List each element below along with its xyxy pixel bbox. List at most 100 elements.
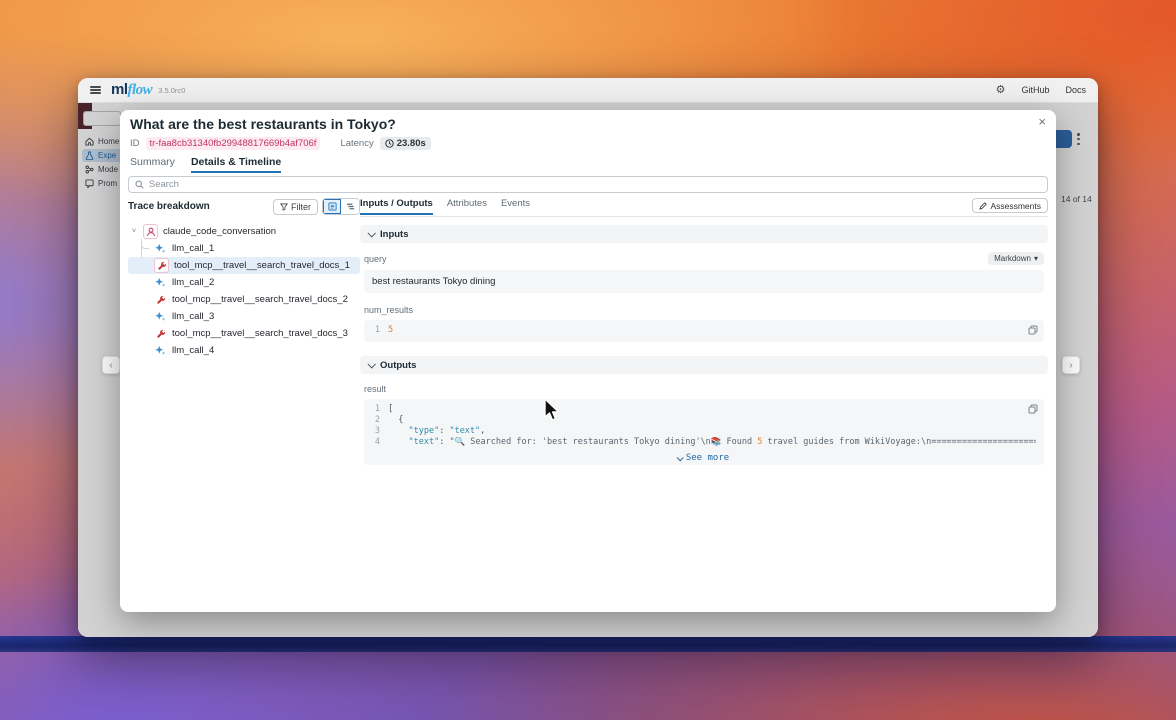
chevron-right-icon: › <box>1069 360 1072 371</box>
filter-funnel-icon <box>280 203 288 211</box>
latency-badge: 23.80s <box>380 137 431 150</box>
trace-breakdown-panel: Trace breakdown Filter <box>128 198 360 604</box>
filter-button[interactable]: Filter <box>273 199 318 215</box>
assessments-button[interactable]: Assessments <box>972 198 1048 213</box>
assessments-icon <box>979 202 987 210</box>
search-icon <box>135 180 144 189</box>
timeline-view-icon <box>346 202 355 211</box>
code-line: 1 5 <box>370 325 1036 336</box>
tree-item-label: tool_mcp__travel__search_travel_docs_1 <box>174 260 350 271</box>
clock-icon <box>385 139 394 148</box>
trace-breakdown-title: Trace breakdown <box>128 201 210 212</box>
latency-label: Latency <box>340 138 373 149</box>
mlflow-window: ml flow 3.5.0rc0 ⚙ GitHub Docs HomeExpeM… <box>78 78 1098 637</box>
tree-item-llm_call_2[interactable]: llm_call_2 <box>128 274 360 291</box>
llm-icon <box>154 310 167 323</box>
tree-item-label: tool_mcp__travel__search_travel_docs_2 <box>172 294 348 305</box>
render-mode-value: Markdown <box>994 254 1031 263</box>
code-line: 3 "type": "text", <box>370 426 1036 437</box>
tool-icon <box>154 258 169 273</box>
tree-item-label: llm_call_4 <box>172 345 214 356</box>
num-results-field-label: num_results <box>364 305 413 315</box>
tree-item-label: llm_call_3 <box>172 311 214 322</box>
query-value-box: best restaurants Tokyo dining <box>364 270 1044 293</box>
line-number: 1 <box>370 404 380 415</box>
line-number: 1 <box>370 325 380 336</box>
wallpaper-band <box>0 636 1176 652</box>
search-input[interactable] <box>149 179 1041 190</box>
tree-item-label: llm_call_2 <box>172 277 214 288</box>
see-more-link[interactable]: See more <box>370 453 1036 463</box>
chevron-down-icon <box>676 454 683 461</box>
trace-tree: ˅ claude_code_conversation llm_call_1 tool_… <box>128 223 360 359</box>
trace-id-badge[interactable]: tr-faa8cb31340fb29948817669b4af706f <box>146 137 321 150</box>
tab-attributes[interactable]: Attributes <box>447 198 487 213</box>
copy-icon[interactable] <box>1028 404 1038 417</box>
tree-item-tool_mcp__travel__search_travel_docs_1[interactable]: tool_mcp__travel__search_travel_docs_1 <box>128 257 360 274</box>
tree-item-llm_call_3[interactable]: llm_call_3 <box>128 308 360 325</box>
latency-value: 23.80s <box>397 138 426 149</box>
modal-tabs: Summary Details & Timeline <box>130 156 281 173</box>
app-topbar: ml flow 3.5.0rc0 ⚙ GitHub Docs <box>78 78 1098 103</box>
chevron-down-icon <box>367 229 375 237</box>
tab-details-timeline[interactable]: Details & Timeline <box>191 156 281 173</box>
hamburger-menu-icon[interactable] <box>90 86 101 94</box>
render-mode-select[interactable]: Markdown ▾ <box>988 252 1044 265</box>
github-link[interactable]: GitHub <box>1021 85 1049 95</box>
docs-link[interactable]: Docs <box>1065 85 1086 95</box>
filter-label: Filter <box>291 202 311 212</box>
chevron-down-icon: ▾ <box>1034 254 1038 263</box>
copy-icon[interactable] <box>1028 325 1038 338</box>
tree-item-label: llm_call_1 <box>172 243 214 254</box>
tool-icon <box>154 327 167 340</box>
llm-icon <box>154 344 167 357</box>
line-number: 3 <box>370 426 380 437</box>
desktop: ml flow 3.5.0rc0 ⚙ GitHub Docs HomeExpeM… <box>0 0 1176 720</box>
tree-item-llm_call_1[interactable]: llm_call_1 <box>128 240 360 257</box>
query-value: best restaurants Tokyo dining <box>372 276 495 287</box>
chevron-down-icon <box>367 360 375 368</box>
llm-icon <box>154 276 167 289</box>
result-code-box: 1[2 {3 "type": "text",4 "text": "🔍 Searc… <box>364 399 1044 465</box>
line-number: 4 <box>370 437 380 448</box>
tree-view-button[interactable] <box>323 199 341 214</box>
see-more-label: See more <box>686 453 729 463</box>
settings-icon[interactable]: ⚙ <box>996 85 1006 96</box>
llm-icon <box>154 242 167 255</box>
inputs-section-title: Inputs <box>380 229 409 240</box>
num-results-value: 5 <box>388 325 393 335</box>
agent-icon <box>143 224 158 239</box>
inputs-section-header[interactable]: Inputs <box>360 225 1048 243</box>
num-results-code-box: 1 5 <box>364 320 1044 342</box>
tree-item-label: tool_mcp__travel__search_travel_docs_3 <box>172 328 348 339</box>
span-details-panel: Inputs / Outputs Attributes Events Asses… <box>360 198 1048 604</box>
trace-search-bar[interactable] <box>128 176 1048 193</box>
previous-trace-button[interactable]: ‹ <box>102 356 120 374</box>
close-icon[interactable]: × <box>1038 114 1046 130</box>
code-line: 1[ <box>370 404 1036 415</box>
tool-icon <box>154 293 167 306</box>
tree-item-claude_code_conversation[interactable]: ˅ claude_code_conversation <box>128 223 360 240</box>
tab-summary[interactable]: Summary <box>130 156 175 171</box>
trace-details-modal: What are the best restaurants in Tokyo? … <box>120 110 1056 612</box>
outputs-section-header[interactable]: Outputs <box>360 356 1048 374</box>
tree-item-tool_mcp__travel__search_travel_docs_2[interactable]: tool_mcp__travel__search_travel_docs_2 <box>128 291 360 308</box>
tab-inputs-outputs[interactable]: Inputs / Outputs <box>360 198 433 215</box>
mlflow-logo[interactable]: ml flow <box>111 81 152 99</box>
tree-item-llm_call_4[interactable]: llm_call_4 <box>128 342 360 359</box>
tree-item-tool_mcp__travel__search_travel_docs_3[interactable]: tool_mcp__travel__search_travel_docs_3 <box>128 325 360 342</box>
detail-tabs: Inputs / Outputs Attributes Events Asses… <box>360 198 1048 217</box>
result-code-lines: 1[2 {3 "type": "text",4 "text": "🔍 Searc… <box>370 404 1036 448</box>
code-line: 4 "text": "🔍 Searched for: 'best restaur… <box>370 437 1036 448</box>
timeline-view-button[interactable] <box>341 199 359 214</box>
outputs-section-title: Outputs <box>380 360 416 371</box>
chevron-down-icon[interactable]: ˅ <box>130 228 138 236</box>
tree-view-icon <box>328 202 337 211</box>
next-trace-button[interactable]: › <box>1062 356 1080 374</box>
line-number: 2 <box>370 415 380 426</box>
modal-title: What are the best restaurants in Tokyo? <box>130 116 396 132</box>
tab-events[interactable]: Events <box>501 198 530 213</box>
tree-item-label: claude_code_conversation <box>163 226 276 237</box>
result-field-label: result <box>364 384 386 394</box>
logo-flow-text: flow <box>128 82 153 99</box>
